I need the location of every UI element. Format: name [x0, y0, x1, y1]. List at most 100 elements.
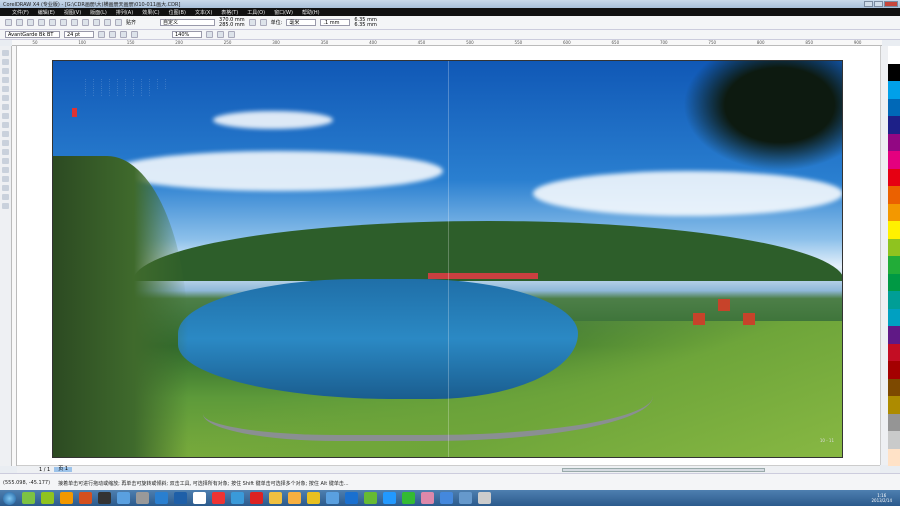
menu-item[interactable]: 文件(F)	[12, 9, 29, 16]
font-select[interactable]: AvantGarde Bk BT	[5, 31, 60, 38]
tool-icon[interactable]	[2, 104, 9, 110]
illustrator-icon[interactable]	[60, 492, 73, 504]
tool-icon[interactable]	[2, 95, 9, 101]
outlook-icon[interactable]	[288, 492, 301, 504]
tool-icon[interactable]	[2, 68, 9, 74]
color-swatch[interactable]	[888, 186, 900, 204]
color-swatch[interactable]	[888, 81, 900, 99]
color-swatch[interactable]	[888, 46, 900, 64]
document-page[interactable]: · · · · · · · · · · · · · · · · · · · · · …	[52, 60, 843, 458]
tool-icon[interactable]	[2, 176, 9, 182]
tool-icon[interactable]	[2, 59, 9, 65]
color-swatch[interactable]	[888, 238, 900, 256]
tool-icon[interactable]	[2, 122, 9, 128]
tool-icon[interactable]	[2, 167, 9, 173]
browser360-icon[interactable]	[22, 492, 35, 504]
page-height[interactable]: 285.0 mm	[219, 22, 245, 28]
folder-icon[interactable]	[269, 492, 282, 504]
vertical-scrollbar[interactable]	[880, 46, 888, 465]
qq-icon[interactable]	[212, 492, 225, 504]
tool-icon[interactable]	[2, 113, 9, 119]
bold-icon[interactable]	[98, 31, 105, 38]
messenger-icon[interactable]	[326, 492, 339, 504]
menu-item[interactable]: 窗口(W)	[274, 9, 293, 16]
tool-icon[interactable]	[2, 140, 9, 146]
zoom-out-icon[interactable]	[217, 31, 224, 38]
portrait-icon[interactable]	[248, 19, 256, 26]
menu-item[interactable]: 效果(C)	[142, 9, 159, 16]
save-icon[interactable]	[27, 19, 34, 26]
page-tab[interactable]: 页 1	[54, 467, 73, 472]
parrot-icon[interactable]	[364, 492, 377, 504]
notepad-icon[interactable]	[478, 492, 491, 504]
zoom-in-icon[interactable]	[206, 31, 213, 38]
tool-icon[interactable]	[459, 492, 472, 504]
underline-icon[interactable]	[120, 31, 127, 38]
color-swatch[interactable]	[888, 343, 900, 361]
browser-icon[interactable]	[231, 492, 244, 504]
app-icon[interactable]	[155, 492, 168, 504]
font-size-select[interactable]: 24 pt	[64, 31, 94, 38]
image-icon[interactable]	[136, 492, 149, 504]
kugou-icon[interactable]	[193, 492, 206, 504]
bird-icon[interactable]	[307, 492, 320, 504]
page-size-select[interactable]: 自定义	[160, 19, 216, 26]
office-icon[interactable]	[98, 492, 111, 504]
cut-icon[interactable]	[49, 19, 56, 26]
export-icon[interactable]	[115, 19, 122, 26]
align-icon[interactable]	[131, 31, 138, 38]
color-swatch[interactable]	[888, 63, 900, 81]
color-swatch[interactable]	[888, 116, 900, 134]
color-swatch[interactable]	[888, 133, 900, 151]
color-swatch[interactable]	[888, 413, 900, 431]
import-icon[interactable]	[104, 19, 111, 26]
menu-item[interactable]: 编辑(E)	[38, 9, 55, 16]
indesign-icon[interactable]	[79, 492, 92, 504]
snap-menu[interactable]: 贴齐	[126, 19, 136, 26]
open-icon[interactable]	[16, 19, 23, 26]
color-swatch[interactable]	[888, 326, 900, 344]
color-swatch[interactable]	[888, 203, 900, 221]
tool-icon[interactable]	[2, 86, 9, 92]
mail-icon[interactable]	[250, 492, 263, 504]
new-icon[interactable]	[5, 19, 12, 26]
maximize-button[interactable]	[874, 1, 883, 7]
color-swatch[interactable]	[888, 256, 900, 274]
menu-item[interactable]: 版面(L)	[90, 9, 107, 16]
tool-icon[interactable]	[2, 77, 9, 83]
clock[interactable]: 1:16 2013/2/14	[871, 493, 900, 503]
menu-item[interactable]: 排列(A)	[116, 9, 133, 16]
color-swatch[interactable]	[888, 221, 900, 239]
menu-item[interactable]: 工具(O)	[247, 9, 265, 16]
menu-item[interactable]: 帮助(H)	[302, 9, 320, 16]
zoom-select[interactable]: 140%	[172, 31, 202, 38]
nudge-input[interactable]: .1 mm	[320, 19, 351, 26]
color-swatch[interactable]	[888, 378, 900, 396]
color-swatch[interactable]	[888, 308, 900, 326]
redo-icon[interactable]	[93, 19, 100, 26]
landscape-icon[interactable]	[259, 19, 267, 26]
tool-icon[interactable]	[2, 185, 9, 191]
360-icon[interactable]	[421, 492, 434, 504]
zoom-page-icon[interactable]	[228, 31, 235, 38]
color-swatch[interactable]	[888, 151, 900, 169]
ie2-icon[interactable]	[402, 492, 415, 504]
vertical-ruler[interactable]	[12, 46, 17, 466]
scroll-thumb[interactable]	[562, 467, 765, 472]
tool-icon[interactable]	[2, 158, 9, 164]
start-icon[interactable]	[3, 491, 16, 505]
color-palette[interactable]	[888, 46, 900, 466]
windows-icon[interactable]	[440, 492, 453, 504]
photoshop-icon[interactable]	[174, 492, 187, 504]
color-swatch[interactable]	[888, 431, 900, 449]
tool-icon[interactable]	[2, 194, 9, 200]
tool-icon[interactable]	[2, 149, 9, 155]
page-navigator-count[interactable]: 1 / 1	[39, 467, 50, 473]
tool-icon[interactable]	[2, 50, 9, 56]
menu-item[interactable]: 表格(T)	[221, 9, 238, 16]
color-swatch[interactable]	[888, 361, 900, 379]
undo-icon[interactable]	[82, 19, 89, 26]
duplicate-y[interactable]: 6.35 mm	[354, 22, 376, 28]
print-icon[interactable]	[38, 19, 45, 26]
units-select[interactable]: 毫米	[286, 19, 317, 26]
